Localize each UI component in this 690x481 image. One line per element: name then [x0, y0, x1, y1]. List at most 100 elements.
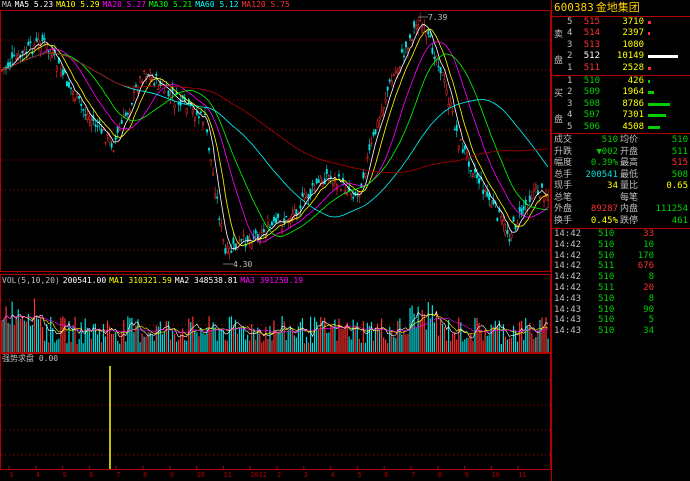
book-qty: 2528 — [622, 62, 644, 73]
x-axis-label: 6 — [89, 471, 94, 479]
candle-body — [364, 173, 367, 177]
candle-body — [118, 129, 121, 131]
candle-body — [291, 214, 294, 218]
stat-value: 511 — [671, 146, 688, 157]
kline-chart-canvas[interactable] — [0, 0, 551, 481]
volume-bar — [437, 335, 440, 352]
candle-body — [346, 193, 349, 195]
candle-body — [15, 58, 18, 60]
book-row[interactable]: 5 506 4508 — [552, 122, 690, 133]
stat-row: 现手 34 量比 0.65 — [552, 181, 690, 193]
volume-bar — [50, 316, 52, 352]
kline-chart-area[interactable]: MA MA5 5.23 MA10 5.29 MA20 5.27 MA30 5.21 MA6… — [0, 0, 551, 481]
volume-bar — [366, 322, 368, 352]
x-axis-label: 10 — [196, 471, 206, 479]
book-qty: 1080 — [622, 39, 644, 50]
stat-label: 换手 — [554, 215, 573, 226]
volume-bar — [547, 338, 549, 352]
candle-body — [496, 217, 499, 221]
candle-body — [37, 39, 40, 44]
book-row[interactable]: 5 515 3710 — [552, 17, 690, 28]
candle-body — [429, 34, 432, 38]
tick-row[interactable]: 14:42 510 8 — [552, 272, 690, 283]
candle-body — [11, 52, 14, 59]
tick-row[interactable]: 14:42 511 676 — [552, 261, 690, 272]
candle-body — [449, 102, 452, 106]
book-row[interactable]: 4 507 7301 — [552, 110, 690, 121]
tick-row[interactable]: 14:43 510 34 — [552, 326, 690, 337]
candle-body — [441, 72, 444, 76]
candle-body — [522, 205, 525, 211]
volume-bar — [139, 342, 141, 352]
candle-body — [202, 122, 204, 126]
candle-body — [236, 242, 239, 250]
volume-bar — [443, 327, 446, 352]
volume-bar — [387, 343, 389, 352]
tick-row[interactable]: 14:42 510 33 — [552, 229, 690, 240]
tick-price: 510 — [598, 272, 615, 283]
candle-body — [299, 205, 302, 209]
candle-body — [301, 192, 304, 197]
book-row[interactable]: 3 508 8786 — [552, 99, 690, 110]
candle-body — [102, 128, 105, 131]
book-volume-bar — [648, 21, 651, 24]
book-row[interactable]: 2 512 10149 — [552, 51, 690, 62]
candle-body — [315, 178, 318, 184]
volume-legend: VOL(5,10,20) 200541.00 MA1 310321.59 MA2 34… — [2, 276, 306, 286]
stat-label: 现手 — [554, 181, 573, 191]
volume-bar — [66, 343, 68, 352]
book-row[interactable]: 4 514 2397 — [552, 28, 690, 39]
candle-body — [447, 104, 450, 108]
volume-bar — [35, 315, 38, 352]
volume-bar — [196, 332, 198, 352]
candle-body — [47, 50, 50, 53]
volume-bar — [539, 320, 541, 352]
x-axis-label: 6 — [384, 471, 389, 479]
volume-bar — [348, 336, 350, 352]
tick-row[interactable]: 14:43 510 5 — [552, 315, 690, 326]
book-row[interactable]: 3 513 1080 — [552, 40, 690, 51]
book-row[interactable]: 1 510 426 — [552, 76, 690, 87]
volume-bar — [127, 316, 129, 352]
volume-bar — [29, 325, 32, 352]
candle-body — [147, 73, 150, 76]
book-row[interactable]: 2 509 1964 — [552, 87, 690, 98]
moving-average-ma60 — [1, 52, 549, 218]
tick-price: 511 — [598, 261, 615, 272]
tick-row[interactable]: 14:42 510 10 — [552, 240, 690, 251]
book-volume-bar — [648, 91, 654, 95]
book-row[interactable]: 1 511 2528 — [552, 63, 690, 74]
volume-bar — [208, 316, 210, 352]
stat-row: 总手 200541 最低 508 — [552, 170, 690, 182]
tick-row[interactable]: 14:42 511 20 — [552, 283, 690, 294]
volume-bar — [472, 341, 474, 352]
candle-body — [110, 143, 113, 148]
stat-value: 0.39% — [590, 158, 618, 168]
tick-price: 510 — [598, 326, 615, 337]
tick-row[interactable]: 14:43 510 8 — [552, 294, 690, 305]
tick-time: 14:43 — [554, 315, 582, 326]
volume-bar — [395, 338, 397, 352]
candle-body — [366, 156, 369, 159]
stat-row: 外盘 89287 内盘 111254 — [552, 204, 690, 216]
tick-row[interactable]: 14:42 510 170 — [552, 251, 690, 262]
candle-body — [126, 112, 129, 115]
moving-average-ma5 — [1, 23, 549, 250]
volume-bar — [186, 340, 188, 352]
tick-list[interactable]: 14:42 510 33 14:42 510 10 14:42 510 170 14:42 511 6… — [552, 229, 690, 337]
volume-bar — [263, 340, 265, 352]
volume-bar — [273, 320, 275, 352]
volume-bar — [15, 317, 17, 352]
volume-bar — [393, 336, 395, 352]
book-level: 2 — [567, 51, 573, 62]
tick-row[interactable]: 14:43 510 90 — [552, 305, 690, 316]
volume-bar — [383, 337, 385, 352]
high-price-label: 7.39 — [428, 13, 448, 22]
volume-bar — [48, 342, 50, 352]
stat-label: 升跌 — [554, 146, 573, 157]
candle-body — [193, 118, 196, 122]
volume-bar — [362, 320, 364, 352]
candle-body — [411, 39, 414, 41]
stat-label: 外盘 — [554, 204, 573, 214]
volume-bar — [159, 321, 161, 352]
